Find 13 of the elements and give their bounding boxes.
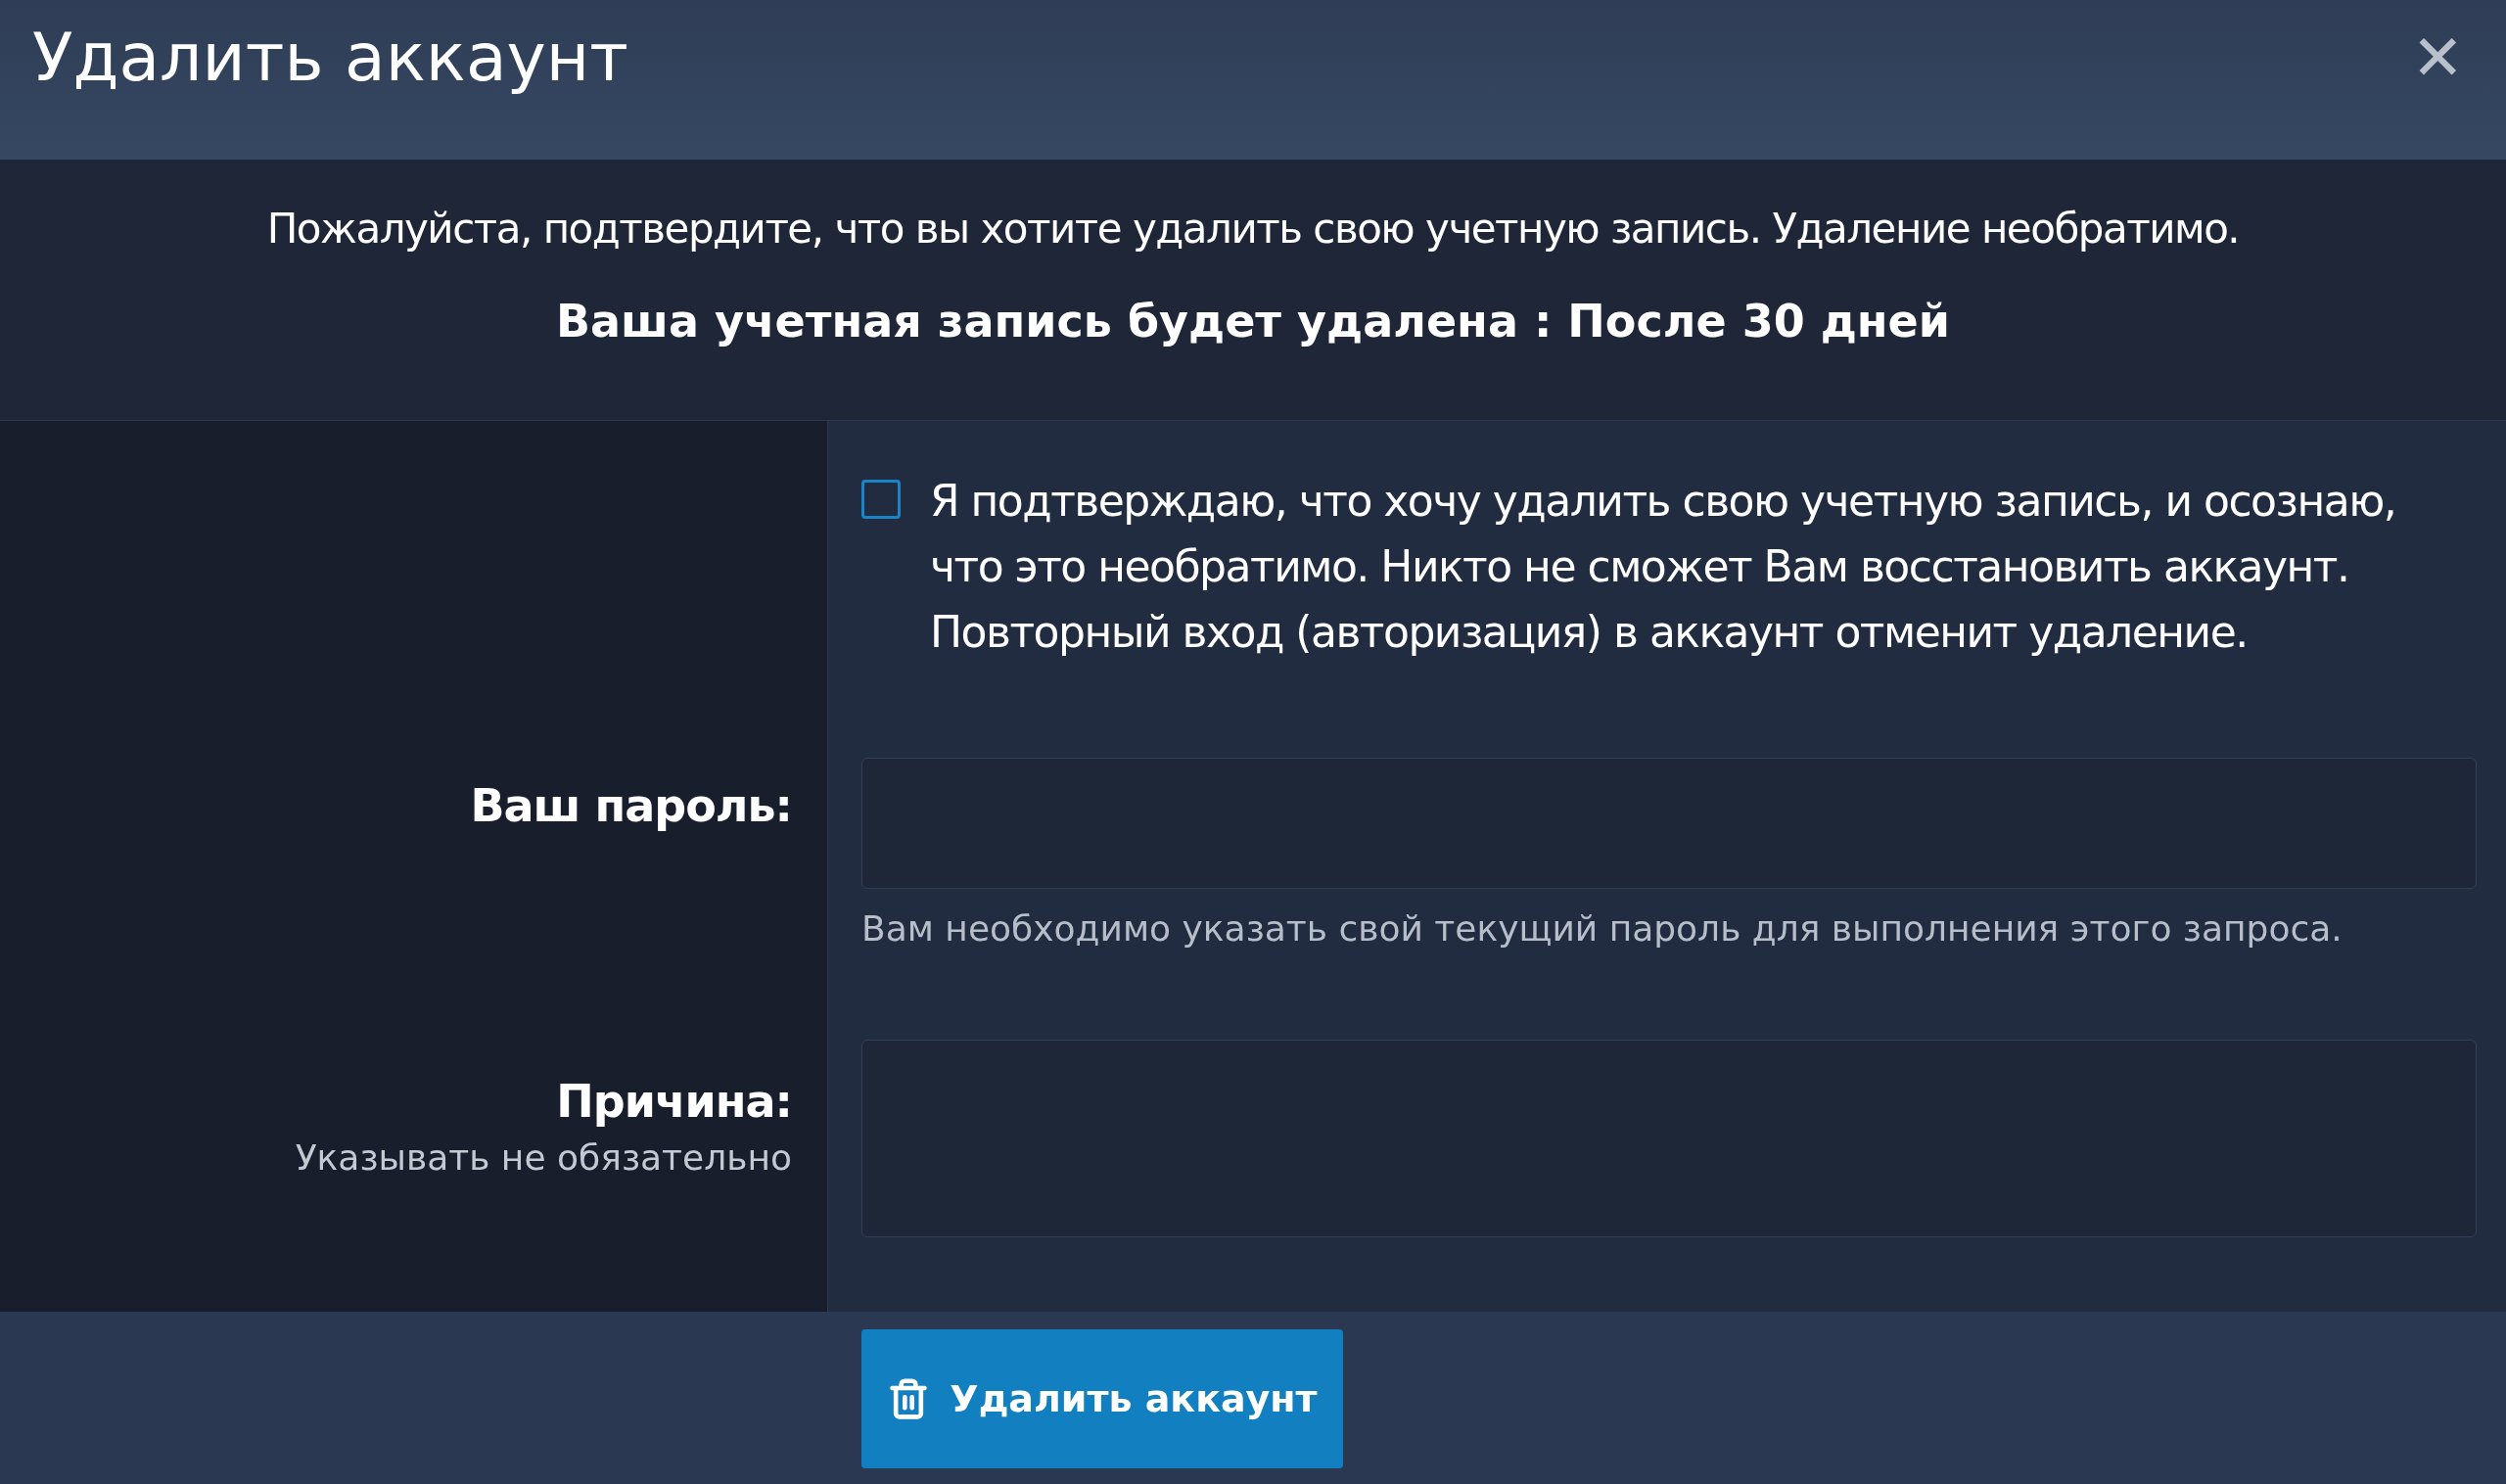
close-button[interactable]: ✕	[2411, 14, 2464, 102]
deletion-deadline: Ваша учетная запись будет удалена : После 30 дней	[555, 294, 1951, 348]
password-hint: Вам необходимо указать свой текущий пароль для выполнения этого запроса.	[861, 907, 2344, 951]
confirm-label: Я подтверждаю, что хочу удалить свою учетную запись, и осознаю, что это необратимо. Никто не сможет Вам восстановить аккаунт. Повторный вход (авторизация) в аккаунт отменит удаление.	[930, 475, 2397, 659]
optional-note: Указывать не обязательно	[295, 1136, 792, 1180]
notice-message: Пожалуйста, подтвердите, что вы хотите удалить свою учетную запись. Удаление необратимо.	[266, 204, 2240, 255]
delete-account-button[interactable]: Удалить аккаунт	[861, 1329, 1343, 1468]
dialog-title: Удалить аккаунт	[32, 18, 628, 98]
password-field[interactable]	[861, 758, 2477, 889]
reason-label: Причина:	[556, 1074, 792, 1129]
password-label: Ваш пароль:	[470, 778, 792, 833]
reason-field[interactable]	[861, 1040, 2477, 1237]
confirm-checkbox[interactable]	[861, 480, 901, 519]
